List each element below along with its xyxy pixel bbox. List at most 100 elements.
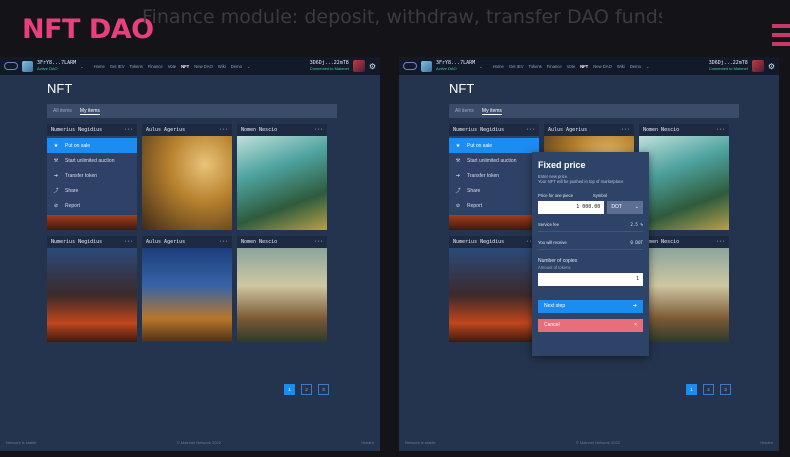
more-icon[interactable]: ··· — [219, 127, 228, 133]
menu-label: Start unlimited auction — [467, 157, 517, 164]
hammer-icon: ⚒ — [455, 157, 461, 164]
page-button-2[interactable]: 2 — [301, 384, 312, 395]
nav-get-iev[interactable]: Get IEV — [509, 64, 524, 69]
tab-all-items[interactable]: All items — [53, 108, 72, 114]
page-button-1[interactable]: 1 — [284, 384, 295, 395]
hammer-icon: ⚒ — [53, 157, 59, 164]
gear-icon[interactable]: ⚙ — [768, 62, 775, 71]
chevron-down-icon[interactable]: ⌄ — [479, 64, 483, 69]
menu-item-report[interactable]: ⊘ Report — [47, 198, 137, 213]
user-account[interactable]: 3D6Dj...22mT8 Connected to Mainnet — [310, 61, 349, 71]
more-icon[interactable]: ··· — [314, 127, 323, 133]
menu-item-share[interactable]: ⤴ Share — [449, 183, 539, 198]
top-bar: 3FrY8...7LARM Active DAO ⌄ Home Get IEV … — [0, 57, 380, 75]
menu-item-report[interactable]: ⊘ Report — [449, 198, 539, 213]
nft-card[interactable]: Numerius Negidius ··· ★ Put on sale ⚒ Start… — [449, 124, 539, 230]
menu-item-transfer-token[interactable]: ➔ Transfer token — [47, 168, 137, 183]
dao-status: Active DAO — [436, 65, 457, 71]
symbol-value: DOT — [611, 204, 622, 211]
nft-name: Numerius Negidius — [453, 127, 505, 133]
cancel-button[interactable]: Cancel × — [538, 318, 643, 332]
receive-value: 0 DOT — [630, 239, 643, 245]
divider — [538, 248, 643, 250]
nav-vote[interactable]: Vote — [168, 64, 176, 69]
nav-vote[interactable]: Vote — [567, 64, 575, 69]
nft-card[interactable]: Nomen Nescio ··· — [237, 236, 327, 342]
footer-hide[interactable]: Hidden — [361, 440, 374, 445]
user-account[interactable]: 3D6Dj...22mT8 Connected to Mainnet — [709, 61, 748, 71]
tab-all-items[interactable]: All items — [455, 108, 474, 114]
menu-label: Transfer token — [65, 172, 98, 179]
nav-finance[interactable]: Finance — [148, 64, 163, 69]
app-logo-icon[interactable] — [403, 62, 417, 70]
menu-item-start-auction[interactable]: ⚒ Start unlimited auction — [47, 153, 137, 168]
page-button-2[interactable]: 2 — [703, 384, 714, 395]
nav-home[interactable]: Home — [94, 64, 105, 69]
next-step-button[interactable]: Next step ➔ — [538, 299, 643, 313]
menu-item-start-auction[interactable]: ⚒ Start unlimited auction — [449, 153, 539, 168]
page-button-3[interactable]: 3 — [720, 384, 731, 395]
gear-icon[interactable]: ⚙ — [369, 62, 376, 71]
menu-item-put-on-sale[interactable]: ★ Put on sale — [47, 138, 137, 153]
menu-label: Report — [467, 202, 483, 209]
modal-desc-line: Your NFT will be pushed in top of market… — [538, 179, 624, 185]
nav-wiki[interactable]: Wiki — [218, 64, 226, 69]
more-icon[interactable]: ··· — [716, 239, 725, 245]
nft-card[interactable]: Numerius Negidius ··· — [47, 236, 137, 342]
dao-account[interactable]: 3FrY8...7LARM Active DAO — [436, 61, 475, 71]
nft-card[interactable]: Aulus Agerius ··· — [142, 124, 232, 230]
nav-finance[interactable]: Finance — [547, 64, 562, 69]
nav-tokens[interactable]: Tokens — [130, 64, 143, 69]
app-logo-icon[interactable] — [4, 62, 18, 70]
tab-my-items[interactable]: My items — [481, 108, 502, 115]
dao-avatar[interactable] — [22, 60, 33, 72]
price-input[interactable]: 1 000.00 — [538, 200, 605, 214]
tab-my-items[interactable]: My items — [79, 108, 100, 115]
symbol-select[interactable]: DOT ⌄ — [607, 200, 643, 214]
nft-name: Aulus Agerius — [146, 239, 186, 245]
dao-account[interactable]: 3FrY8...7LARM Active DAO — [37, 61, 76, 71]
nav-demo[interactable]: Demo — [630, 64, 641, 69]
more-icon[interactable]: ··· — [526, 127, 535, 133]
menu-item-transfer-token[interactable]: ➔ Transfer token — [449, 168, 539, 183]
nft-name: Numerius Negidius — [51, 127, 103, 133]
nav-nft[interactable]: NFT — [181, 64, 189, 69]
nav-new-dao[interactable]: New DAO — [593, 64, 612, 69]
user-avatar[interactable] — [352, 60, 365, 72]
nft-card[interactable]: Nomen Nescio ··· — [639, 124, 729, 230]
nav-tokens[interactable]: Tokens — [529, 64, 542, 69]
slide-subtitle: Finance module: deposit, withdraw, trans… — [142, 6, 662, 28]
copies-input[interactable]: 1 — [538, 272, 643, 286]
nav-nft[interactable]: NFT — [580, 64, 588, 69]
chevron-down-icon[interactable]: ⌄ — [80, 64, 84, 69]
page-button-3[interactable]: 3 — [318, 384, 329, 395]
nft-card[interactable]: Numerius Negidius ··· — [449, 236, 539, 342]
dao-avatar[interactable] — [421, 60, 432, 72]
nft-card[interactable]: Aulus Agerius ··· — [142, 236, 232, 342]
page-button-1[interactable]: 1 — [686, 384, 697, 395]
more-icon[interactable]: ··· — [716, 127, 725, 133]
footer-hide[interactable]: Hidden — [760, 440, 773, 445]
user-avatar[interactable] — [751, 60, 764, 72]
menu-item-share[interactable]: ⤴ Share — [47, 183, 137, 198]
more-icon[interactable]: ··· — [314, 239, 323, 245]
nav-new-dao[interactable]: New DAO — [194, 64, 213, 69]
nft-name: Numerius Negidius — [453, 239, 505, 245]
menu-item-put-on-sale[interactable]: ★ Put on sale — [449, 138, 539, 153]
chevron-down-icon[interactable]: ⌄ — [247, 64, 251, 69]
nft-image — [237, 136, 327, 230]
nav-demo[interactable]: Demo — [231, 64, 242, 69]
nft-card[interactable]: Nomen Nescio ··· — [237, 124, 327, 230]
nft-name: Nomen Nescio — [241, 239, 278, 245]
nft-card[interactable]: Nomen Nescio ··· — [639, 236, 729, 342]
more-icon[interactable]: ··· — [124, 239, 133, 245]
more-icon[interactable]: ··· — [621, 127, 630, 133]
more-icon[interactable]: ··· — [124, 127, 133, 133]
context-menu: ★ Put on sale ⚒ Start unlimited auction ➔ T… — [449, 136, 539, 215]
nft-card[interactable]: Numerius Negidius ··· ★ Put on sale ⚒ Start… — [47, 124, 137, 230]
more-icon[interactable]: ··· — [219, 239, 228, 245]
nav-wiki[interactable]: Wiki — [617, 64, 625, 69]
nav-get-iev[interactable]: Get IEV — [110, 64, 125, 69]
nav-home[interactable]: Home — [493, 64, 504, 69]
chevron-down-icon[interactable]: ⌄ — [646, 64, 650, 69]
